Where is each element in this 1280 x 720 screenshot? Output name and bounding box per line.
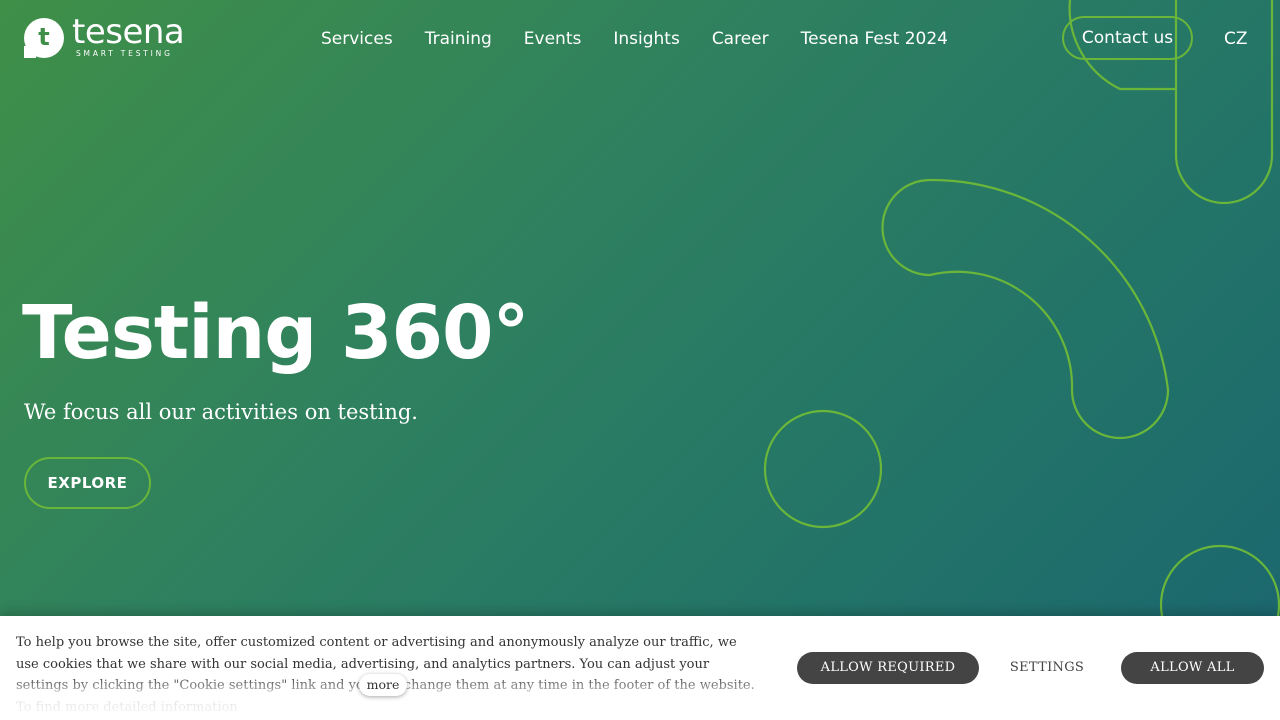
allow-all-button[interactable]: ALLOW ALL xyxy=(1121,652,1264,684)
contact-us-button[interactable]: Contact us xyxy=(1062,16,1193,60)
site-header: t tesena SMART TESTING Services Training… xyxy=(0,0,1280,76)
cookie-settings-button[interactable]: SETTINGS xyxy=(997,652,1097,684)
nav-training[interactable]: Training xyxy=(425,28,492,50)
hero-subtitle: We focus all our activities on testing. xyxy=(24,400,418,424)
explore-button[interactable]: EXPLORE xyxy=(24,457,151,509)
allow-required-button[interactable]: ALLOW REQUIRED xyxy=(797,652,979,684)
logo-icon: t xyxy=(24,18,64,58)
cookie-more-button[interactable]: more xyxy=(359,674,407,696)
main-nav: Services Training Events Insights Career… xyxy=(321,28,980,50)
nav-insights[interactable]: Insights xyxy=(613,28,679,50)
nav-services[interactable]: Services xyxy=(321,28,393,50)
nav-career[interactable]: Career xyxy=(712,28,769,50)
deco-circle xyxy=(763,409,883,529)
language-switch[interactable]: CZ xyxy=(1224,28,1248,50)
nav-events[interactable]: Events xyxy=(524,28,582,50)
tesena-logo[interactable]: t tesena SMART TESTING xyxy=(24,12,185,60)
hero-title: Testing 360° xyxy=(22,290,530,376)
cookie-banner: To help you browse the site, offer custo… xyxy=(0,616,1280,720)
deco-arc-shape xyxy=(881,178,1170,440)
logo-tagline: SMART TESTING xyxy=(76,49,173,58)
nav-tesena-fest[interactable]: Tesena Fest 2024 xyxy=(801,28,948,50)
logo-name: tesena xyxy=(72,12,185,52)
